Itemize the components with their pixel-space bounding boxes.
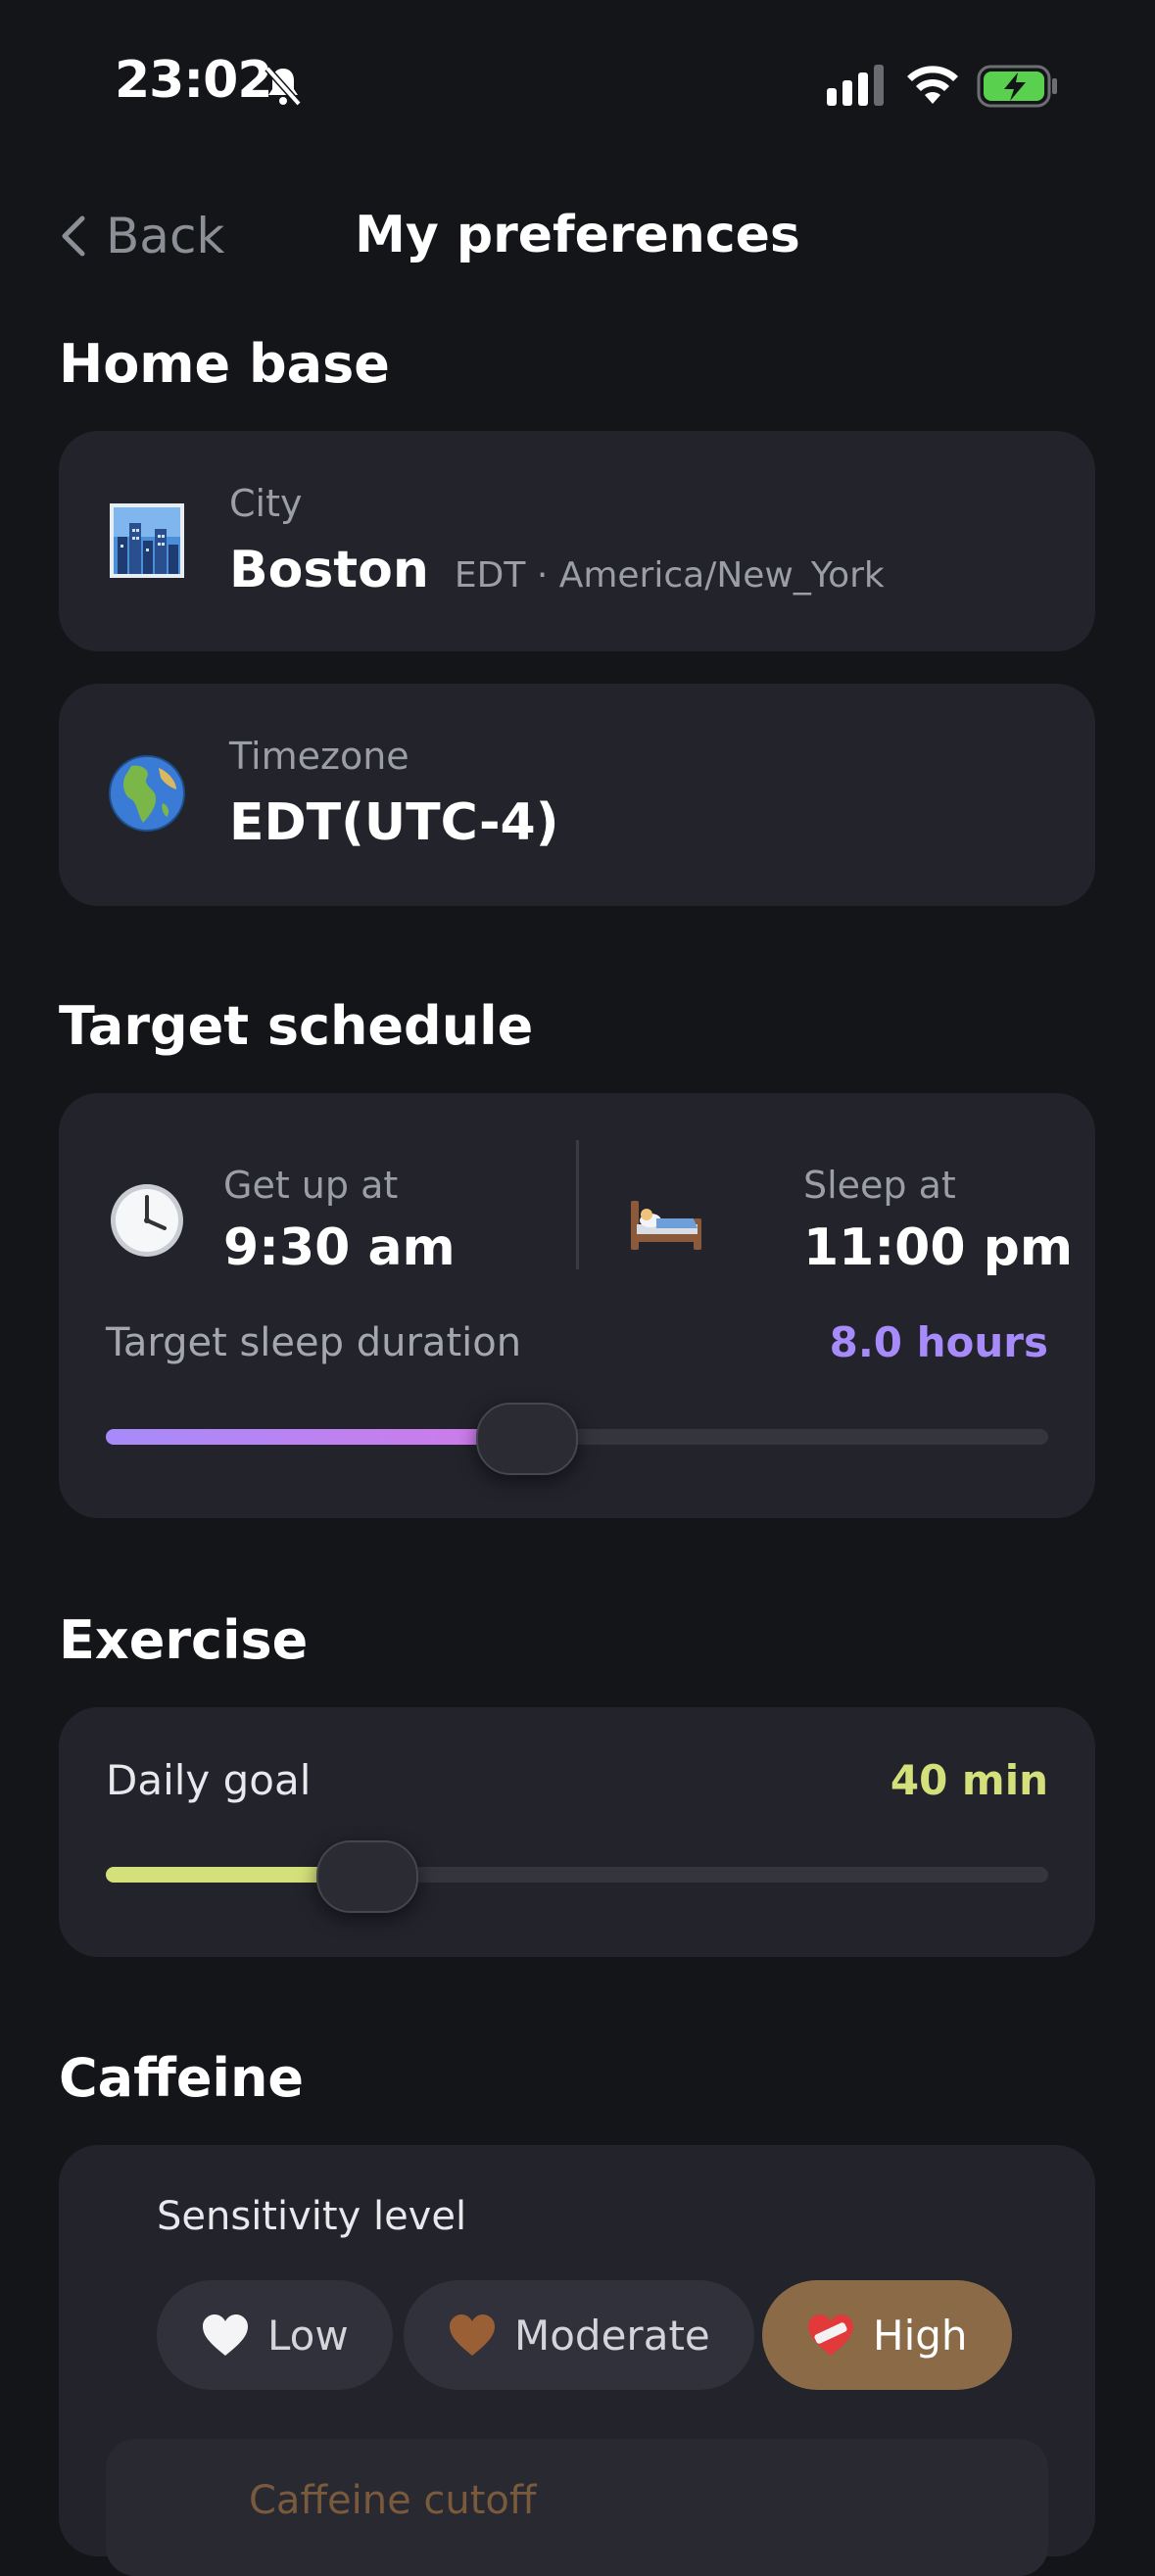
sleep-duration-label: Target sleep duration [106,1320,522,1365]
caffeine-cutoff-label: Caffeine cutoff [249,2478,537,2523]
city-timezone-detail: EDT · America/New_York [454,555,885,596]
caffeine-card: Sensitivity level Low Moderate High Caff… [59,2145,1095,2576]
bell-muted-icon [265,66,302,107]
section-heading-exercise: Exercise [59,1609,309,1671]
battery-charging-icon [977,65,1057,108]
section-heading-target-schedule: Target schedule [59,995,534,1057]
sensitivity-option-high[interactable]: High [762,2280,1012,2390]
sleep-duration-slider-track[interactable] [106,1403,1048,1475]
section-heading-home-base: Home base [59,333,390,395]
sleep-duration-slider-thumb[interactable] [476,1403,578,1475]
clock-icon [111,1184,183,1257]
sleep-duration-value: 8.0 hours [829,1318,1048,1366]
city-value: Boston [229,541,429,599]
sleep-duration-slider-fill [106,1429,515,1445]
sensitivity-option-high-label: High [873,2311,968,2360]
brown-heart-icon [450,2314,495,2356]
sensitivity-option-low[interactable]: Low [157,2280,393,2390]
sleep-value: 11:00 pm [803,1218,1074,1277]
daily-goal-label: Daily goal [106,1756,312,1804]
city-label: City [229,482,303,525]
wifi-icon [907,66,958,104]
page-title: My preferences [355,206,800,264]
get-up-label: Get up at [223,1164,399,1207]
exercise-card: Daily goal 40 min [59,1707,1095,1957]
timezone-value: EDT(UTC-4) [229,793,559,852]
sleep-label: Sleep at [803,1164,956,1207]
sensitivity-label: Sensitivity level [157,2194,467,2239]
white-heart-icon [203,2314,248,2356]
schedule-divider [576,1140,579,1269]
sensitivity-option-low-label: Low [267,2311,349,2360]
city-card[interactable]: City Boston EDT · America/New_York [59,431,1095,651]
caffeine-cutoff-row[interactable]: Caffeine cutoff [106,2439,1048,2576]
target-schedule-card: Get up at 9:30 am Sleep at 11:00 pm Targ… [59,1093,1095,1518]
mending-heart-icon [808,2314,853,2356]
status-time: 23:02 [115,51,273,110]
cellular-signal-icon [827,65,884,106]
get-up-value: 9:30 am [223,1218,456,1277]
get-up-time-picker[interactable]: Get up at 9:30 am [59,1132,568,1299]
sensitivity-option-moderate-label: Moderate [514,2311,710,2360]
section-heading-caffeine: Caffeine [59,2047,305,2109]
daily-goal-slider-thumb[interactable] [316,1840,418,1913]
daily-goal-value: 40 min [890,1756,1048,1804]
cityscape-icon [110,503,184,578]
sleep-time-picker[interactable]: Sleep at 11:00 pm [588,1132,1095,1299]
sensitivity-option-moderate[interactable]: Moderate [404,2280,754,2390]
globe-icon [109,755,185,832]
timezone-card[interactable]: Timezone EDT(UTC-4) [59,684,1095,906]
timezone-label: Timezone [229,735,409,778]
daily-goal-slider-track[interactable] [106,1840,1048,1913]
bed-icon [631,1201,701,1250]
